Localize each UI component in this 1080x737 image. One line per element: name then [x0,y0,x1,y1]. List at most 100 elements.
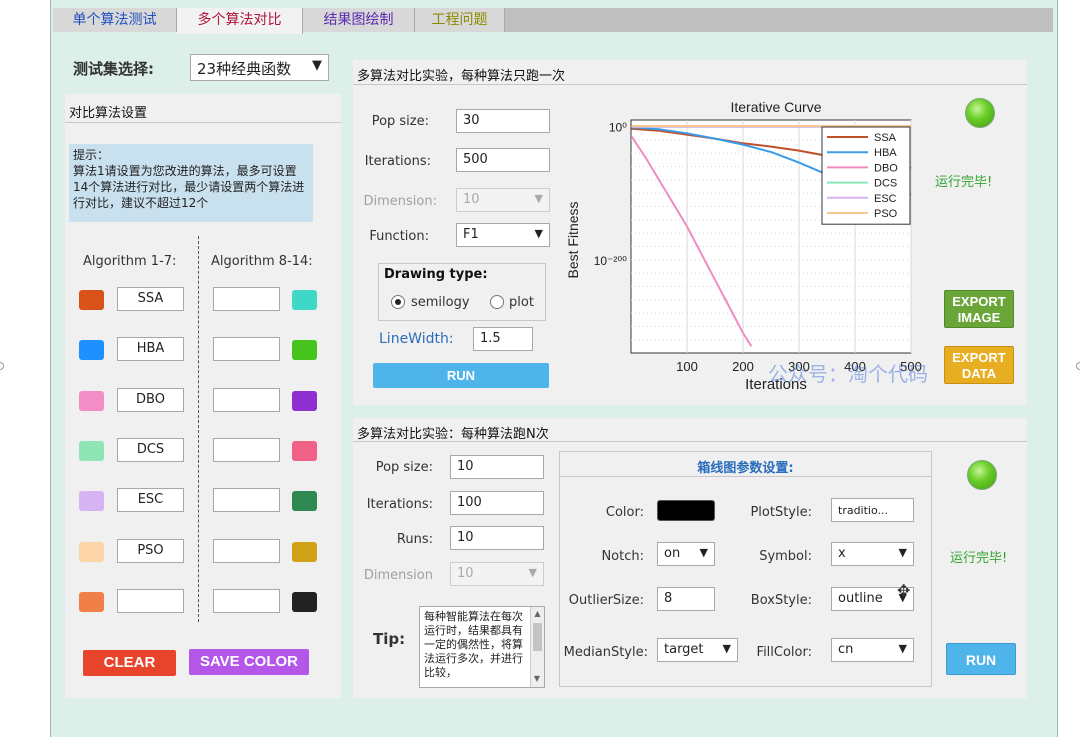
algo-color-swatch[interactable] [292,591,317,612]
linewidth-input[interactable]: 1.5 [473,327,533,351]
chevron-down-icon: ▼ [699,546,708,559]
chevron-down-icon: ▼ [528,566,537,579]
tab-bar: 单个算法测试 多个算法对比 结果图绘制 工程问题 [53,8,1053,34]
legend-label: DCS [874,178,897,190]
tip-label: Tip: [373,630,406,648]
function-select[interactable]: F1 ▼ [456,223,550,247]
iterations-input[interactable]: 500 [456,148,550,172]
algo-color-swatch[interactable] [292,390,317,411]
drawing-type-label: Drawing type: [384,267,488,282]
plotstyle-select[interactable]: traditio... [831,498,914,522]
plot-label: plot [509,295,534,310]
y-tick-label: 10⁻²⁰⁰ [594,254,627,268]
clear-button[interactable]: CLEAR [83,650,176,676]
algo-color-swatch[interactable] [292,290,317,310]
algo-name-input[interactable]: DCS [117,437,184,462]
algo-name-input[interactable]: HBA [117,337,184,362]
multi-run-button[interactable]: RUN [946,643,1016,675]
outlier-size-input[interactable]: 8 [657,587,715,611]
algo-name-input[interactable]: PSO [117,538,184,563]
fill-color-label: FillColor: [756,645,812,660]
algo-color-swatch[interactable] [79,290,104,310]
save-color-button[interactable]: SAVE COLOR [189,649,309,675]
color-swatch[interactable] [657,500,715,521]
algo-name-input[interactable] [213,437,280,462]
app-window: 单个算法测试 多个算法对比 结果图绘制 工程问题 测试集选择: 23种经典函数 … [50,0,1058,737]
algo-name-input[interactable] [213,387,280,412]
algo-color-swatch[interactable] [79,591,104,612]
algo-name-input[interactable]: DBO [117,387,184,412]
boxstyle-label: BoxStyle: [750,593,812,608]
scroll-thumb[interactable] [533,623,542,651]
notch-select[interactable]: on ▼ [657,542,715,566]
tab-single-algorithm[interactable]: 单个算法测试 [53,8,177,32]
dimension-value: 10 [463,192,480,207]
multi-run-title: 多算法对比实验：每种算法跑N次 [357,427,549,442]
chevron-down-icon: ▼ [534,227,543,240]
boxplot-settings-group: 箱线图参数设置: Color: PlotStyle: traditio... N… [559,451,932,687]
tab-result-plot[interactable]: 结果图绘制 [303,8,415,32]
algo-color-swatch[interactable] [292,491,317,512]
single-run-status: 运行完毕! [935,175,993,190]
symbol-select[interactable]: x ▼ [831,542,914,566]
algo-color-swatch[interactable] [79,541,104,562]
resize-handle-right[interactable] [1076,362,1080,370]
scroll-down-icon[interactable]: ▼ [531,672,543,686]
algo-color-swatch[interactable] [79,491,104,512]
algo-name-input[interactable] [117,588,184,613]
algo-name-input[interactable] [213,337,280,362]
algo-name-input[interactable] [213,287,280,311]
tab-multi-algorithm[interactable]: 多个算法对比 [177,8,303,34]
tip-textarea[interactable]: 每种智能算法在每次运行时，结果都具有一定的偶然性，将算法运行多次，并进行比较， … [419,606,545,688]
single-run-panel: 多算法对比实验，每种算法只跑一次 Pop size: 30 Iterations… [353,60,1027,405]
algo-color-swatch[interactable] [79,440,104,461]
tip-text: 每种智能算法在每次运行时，结果都具有一定的偶然性，将算法运行多次，并进行比较， [424,610,523,679]
plotstyle-value: traditio... [838,504,889,517]
algo-name-input[interactable] [213,538,280,563]
chevron-down-icon: ▼ [312,58,322,73]
export-image-button[interactable]: EXPORT IMAGE [944,290,1014,328]
multi-pop-size-input[interactable]: 10 [450,455,544,479]
function-label: Function: [369,229,429,244]
linewidth-label: LineWidth: [379,331,454,347]
drawing-type-group: Drawing type: semilogy plot [378,263,546,321]
legend-label: SSA [874,132,897,144]
legend-label: ESC [874,193,897,205]
group-divider [560,476,931,477]
panel-divider [353,441,1027,442]
fill-color-select[interactable]: cn ▼ [831,638,914,662]
iterations-label: Iterations: [364,154,431,169]
symbol-value: x [838,546,846,561]
algo-name-input[interactable] [213,488,280,513]
algo-name-input[interactable]: ESC [117,488,184,513]
algo-color-swatch[interactable] [79,390,104,411]
plot-radio[interactable] [490,295,504,309]
scroll-up-icon[interactable]: ▲ [531,607,544,621]
pop-size-input[interactable]: 30 [456,109,550,133]
algo-name-input[interactable]: SSA [117,287,184,311]
resize-handle-left[interactable] [0,362,4,370]
y-tick-label: 10⁰ [609,121,627,135]
semilogy-radio[interactable] [391,295,405,309]
multi-iterations-input[interactable]: 100 [450,491,544,515]
algo-color-swatch[interactable] [79,340,104,361]
legend-label: PSO [874,208,898,220]
algo-color-swatch[interactable] [292,440,317,461]
multi-status-led [967,460,997,490]
single-run-button[interactable]: RUN [373,363,549,388]
status-led [965,98,995,128]
tab-engineering[interactable]: 工程问题 [415,8,505,32]
legend-label: HBA [874,147,897,159]
notch-label: Notch: [601,549,644,564]
chevron-down-icon: ▼ [534,192,543,205]
chart-legend: SSA HBA DBO DCS ESC PSO [821,126,911,225]
outlier-size-label: OutlierSize: [568,593,644,608]
export-data-button[interactable]: EXPORT DATA [944,346,1014,384]
testset-select[interactable]: 23种经典函数 ▼ [190,54,329,81]
algo-name-input[interactable] [213,588,280,613]
scrollbar[interactable]: ▲ ▼ [530,607,544,687]
algo-color-swatch[interactable] [292,541,317,562]
semilogy-label: semilogy [411,295,470,310]
algo-color-swatch[interactable] [292,340,317,361]
runs-input[interactable]: 10 [450,526,544,550]
